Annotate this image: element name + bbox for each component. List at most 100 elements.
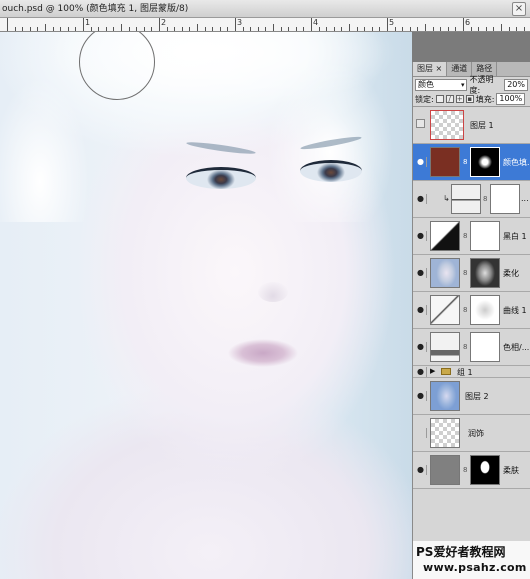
layer-mask-thumbnail[interactable] xyxy=(470,147,500,177)
ruler-tick xyxy=(121,24,122,31)
ruler-tick xyxy=(91,27,92,31)
ruler-tick xyxy=(265,27,266,31)
lock-transparent-icon[interactable] xyxy=(435,95,444,103)
gray-fill-thumbnail xyxy=(430,455,460,485)
eye-icon[interactable]: ● xyxy=(415,465,427,475)
ruler-tick xyxy=(486,27,487,31)
ruler-tick xyxy=(288,27,289,31)
link-icon[interactable]: 8 xyxy=(463,466,467,474)
layer-row[interactable]: ● 润饰 xyxy=(413,415,530,452)
ruler-tick xyxy=(258,27,259,31)
eye-icon[interactable]: ● xyxy=(415,157,427,167)
eye-icon[interactable]: ● xyxy=(415,305,427,315)
close-icon[interactable]: × xyxy=(512,2,526,16)
face-thumbnail xyxy=(430,258,460,288)
tab-channels[interactable]: 通道 xyxy=(447,62,473,76)
layer-row[interactable]: ● 8 曲线 1 xyxy=(413,292,530,329)
fur-hood xyxy=(0,32,412,222)
ruler-tick xyxy=(493,27,494,31)
eye-icon[interactable]: ● xyxy=(415,342,427,352)
layer-mask-thumbnail[interactable] xyxy=(470,455,500,485)
ruler-tick xyxy=(98,27,99,31)
expand-arrow-icon[interactable]: ▶ xyxy=(430,367,435,375)
layer-mask-thumbnail[interactable] xyxy=(470,295,500,325)
layer-row[interactable]: ● ↳ 8 ... xyxy=(413,181,530,218)
eye-icon[interactable]: ● xyxy=(415,428,427,438)
ruler-tick xyxy=(471,27,472,31)
ruler-tick xyxy=(235,18,236,31)
layer-row[interactable]: ● 8 色相/... xyxy=(413,329,530,366)
layer-row[interactable]: 图层 1 xyxy=(413,107,530,144)
black-white-icon xyxy=(430,221,460,251)
layer-thumbnail xyxy=(430,110,464,140)
layer-row[interactable]: ● 8 黑白 1 xyxy=(413,218,530,255)
ruler-tick xyxy=(113,27,114,31)
ruler-label: 3 xyxy=(237,18,243,27)
ruler-tick xyxy=(509,27,510,31)
layer-row-selected[interactable]: ● 8 颜色填... xyxy=(413,144,530,181)
ruler-tick xyxy=(463,18,464,31)
lock-all-icon[interactable]: ▪ xyxy=(465,95,474,103)
ruler-label: 1 xyxy=(85,18,91,27)
link-icon[interactable]: 8 xyxy=(463,269,467,277)
curves-icon xyxy=(430,295,460,325)
visibility-toggle[interactable] xyxy=(416,119,425,128)
ruler-tick xyxy=(440,27,441,31)
ruler-tick xyxy=(311,18,312,31)
layer-name: ... xyxy=(521,194,529,203)
layers-panel: 图层 × 通道 路径 颜色 不透明度: 20% 锁定: / + ▪ 填充: 10… xyxy=(412,62,530,579)
layer-group-row[interactable]: ● ▶ 组 1 xyxy=(413,366,530,378)
ruler-label: 4 xyxy=(313,18,319,27)
ruler-tick xyxy=(364,27,365,31)
eye-icon[interactable]: ● xyxy=(415,194,427,204)
layer-mask-thumbnail[interactable] xyxy=(470,258,500,288)
ruler-tick xyxy=(524,27,525,31)
ruler-tick xyxy=(478,27,479,31)
watermark-title: PS爱好者教程网 xyxy=(416,545,506,559)
tab-layers[interactable]: 图层 × xyxy=(413,62,448,76)
eye-icon[interactable]: ● xyxy=(415,231,427,241)
link-icon[interactable]: 8 xyxy=(463,232,467,240)
layer-mask-thumbnail[interactable] xyxy=(470,332,500,362)
ruler-tick xyxy=(402,27,403,31)
watermark: PS爱好者教程网 www.psahz.com xyxy=(413,541,530,579)
lock-pixels-icon[interactable]: / xyxy=(445,95,454,103)
folder-icon xyxy=(441,368,451,375)
clip-arrow-icon: ↳ xyxy=(443,194,450,203)
layer-row[interactable]: ● 图层 2 xyxy=(413,378,530,415)
blend-mode-select[interactable]: 颜色 xyxy=(415,78,467,91)
link-icon[interactable]: 8 xyxy=(463,343,467,351)
ruler-tick xyxy=(349,24,350,31)
fill-swatch-thumbnail xyxy=(430,147,460,177)
eye-icon[interactable]: ● xyxy=(415,366,427,377)
layer-name: 黑白 1 xyxy=(503,232,527,241)
watermark-url: www.psahz.com xyxy=(423,561,527,574)
layer-name: 色相/... xyxy=(503,343,530,352)
ruler-tick xyxy=(303,27,304,31)
fill-field[interactable]: 100% xyxy=(496,93,526,105)
layer-mask-thumbnail[interactable] xyxy=(470,221,500,251)
ruler-tick xyxy=(15,27,16,31)
layer-row[interactable]: ● 8 柔肤 xyxy=(413,452,530,489)
opacity-field[interactable]: 20% xyxy=(504,78,528,91)
ruler-tick xyxy=(151,27,152,31)
layer-row[interactable]: ● 8 柔化 xyxy=(413,255,530,292)
link-icon[interactable]: 8 xyxy=(463,306,467,314)
ruler-tick xyxy=(281,27,282,31)
layer-mask-thumbnail[interactable] xyxy=(490,184,520,214)
link-icon[interactable]: 8 xyxy=(463,158,467,166)
ruler-tick xyxy=(30,27,31,31)
ruler-tick xyxy=(159,18,160,31)
eye-icon[interactable]: ● xyxy=(415,268,427,278)
ruler-tick xyxy=(60,27,61,31)
document-tab[interactable]: ouch.psd @ 100% (颜色填充 1, 图层蒙版/8) × xyxy=(0,0,530,18)
ruler-tick xyxy=(106,27,107,31)
ruler-tick xyxy=(68,27,69,31)
image-canvas[interactable] xyxy=(0,32,412,579)
eye-icon[interactable]: ● xyxy=(415,391,427,401)
link-icon[interactable]: 8 xyxy=(483,195,487,203)
ruler-tick xyxy=(167,27,168,31)
ruler-tick xyxy=(144,27,145,31)
ruler-tick xyxy=(212,27,213,31)
lock-position-icon[interactable]: + xyxy=(455,95,464,103)
